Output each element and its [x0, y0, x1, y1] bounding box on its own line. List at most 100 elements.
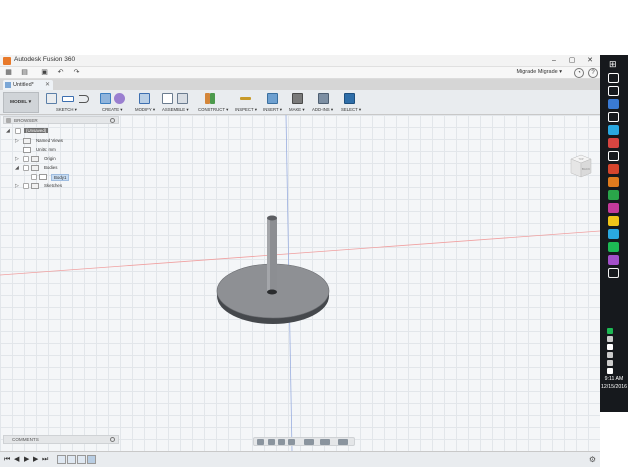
extrude-icon[interactable] [100, 93, 111, 104]
display-icon[interactable] [304, 439, 314, 445]
job-status-icon[interactable]: ◔ [574, 68, 584, 78]
taskbar-app-icon[interactable] [608, 255, 619, 265]
insert-group[interactable]: INSERT ▾ [262, 92, 284, 114]
zoom-icon[interactable] [278, 439, 285, 445]
taskbar-app-icon[interactable] [608, 177, 619, 187]
visibility-icon[interactable] [31, 174, 37, 180]
sketch-group[interactable]: SKETCH ▾ [44, 92, 96, 114]
sphere-icon[interactable] [114, 93, 125, 104]
select-menu[interactable]: SELECT ▾ [341, 107, 361, 113]
sketch-feature-icon[interactable] [57, 455, 66, 464]
document-tab[interactable]: Untitled* ✕ [3, 80, 53, 90]
extrude-feature-icon[interactable] [87, 455, 96, 464]
taskbar-app-icon[interactable] [608, 190, 619, 200]
visibility-icon[interactable] [23, 183, 29, 189]
tray-icon[interactable] [607, 352, 613, 358]
new-component-icon[interactable] [162, 93, 173, 104]
comments-panel[interactable]: COMMENTS [3, 435, 119, 444]
clock-time[interactable]: 9:11 AM [600, 376, 628, 382]
fit-icon[interactable] [288, 439, 295, 445]
line-icon[interactable] [79, 95, 89, 103]
sketch-menu[interactable]: SKETCH ▾ [56, 107, 77, 113]
select-cursor-icon[interactable] [344, 93, 355, 104]
create-menu[interactable]: CREATE ▾ [102, 107, 122, 113]
make-menu[interactable]: MAKE ▾ [289, 107, 305, 113]
assemble-group[interactable]: ASSEMBLE ▾ [160, 92, 194, 114]
browser-panel-header[interactable]: BROWSER [3, 116, 119, 124]
grid-settings-icon[interactable] [320, 439, 330, 445]
modify-group[interactable]: MODIFY ▾ [134, 92, 156, 114]
taskbar-app-icon[interactable] [608, 112, 619, 122]
make-group[interactable]: MAKE ▾ [288, 92, 308, 114]
sketch-icon[interactable] [46, 93, 57, 104]
orbit-icon[interactable] [257, 439, 264, 445]
collapse-browser-icon[interactable] [6, 118, 11, 123]
taskbar-app-icon[interactable] [608, 125, 619, 135]
play-button[interactable]: ▶ [24, 456, 29, 464]
tray-icon[interactable] [607, 328, 613, 334]
save-icon[interactable]: ▣ [40, 69, 49, 77]
windows-start-icon[interactable]: ⊞ [609, 59, 617, 70]
modify-menu[interactable]: MODIFY ▾ [135, 107, 155, 113]
rectangle-icon[interactable] [62, 96, 74, 102]
view-cube[interactable]: TOP BACK [568, 153, 594, 179]
assemble-menu[interactable]: ASSEMBLE ▾ [162, 107, 189, 113]
create-group[interactable]: CREATE ▾ [98, 92, 132, 114]
scripts-icon[interactable] [318, 93, 329, 104]
tray-icon[interactable] [607, 360, 613, 366]
help-icon[interactable]: ? [588, 68, 598, 78]
construct-group[interactable]: CONSTRUCT ▾ [198, 92, 230, 114]
close-tab-icon[interactable]: ✕ [45, 81, 50, 88]
press-pull-icon[interactable] [139, 93, 150, 104]
gear-icon[interactable]: ⚙ [589, 455, 596, 464]
viewports-icon[interactable] [338, 439, 348, 445]
tray-icon[interactable] [607, 368, 613, 374]
grid-icon[interactable]: ▦ [4, 69, 13, 77]
tray-icon[interactable] [607, 336, 613, 342]
step-forward-button[interactable]: ▶ [33, 456, 38, 464]
pin-icon[interactable] [110, 118, 115, 123]
minimize-button[interactable]: – [548, 56, 560, 66]
user-menu[interactable]: Migrade Migrade ▾ [516, 69, 562, 75]
visibility-icon[interactable] [15, 128, 21, 134]
inspect-group[interactable]: INSPECT ▾ [234, 92, 258, 114]
file-icon[interactable]: ▤ [20, 69, 29, 77]
pan-icon[interactable] [268, 439, 275, 445]
measure-icon[interactable] [240, 97, 251, 100]
canvas-viewport[interactable] [0, 115, 600, 451]
insert-image-icon[interactable] [267, 93, 278, 104]
taskbar-app-icon[interactable] [608, 242, 619, 252]
sketch-feature-icon[interactable] [67, 455, 76, 464]
construct-menu[interactable]: CONSTRUCT ▾ [198, 107, 228, 113]
add-comment-icon[interactable] [110, 437, 115, 442]
visibility-icon[interactable] [23, 156, 29, 162]
workspace-switcher[interactable]: MODEL ▾ [3, 92, 39, 113]
taskbar-app-icon[interactable] [608, 216, 619, 226]
taskbar-app-icon[interactable] [608, 229, 619, 239]
taskbar-app-icon[interactable] [608, 138, 619, 148]
maximize-button[interactable]: ▢ [566, 56, 578, 66]
go-to-start-button[interactable]: ⏮ [4, 456, 10, 464]
taskbar-app-icon[interactable] [608, 99, 619, 109]
clock-date[interactable]: 12/15/2016 [600, 384, 628, 390]
taskbar-app-icon[interactable] [608, 151, 619, 161]
undo-icon[interactable]: ↶ [56, 69, 65, 77]
extrude-feature-icon[interactable] [77, 455, 86, 464]
taskbar-app-icon[interactable] [608, 86, 619, 96]
addins-menu[interactable]: ADD-INS ▾ [312, 107, 333, 113]
select-group[interactable]: SELECT ▾ [340, 92, 362, 114]
redo-icon[interactable]: ↷ [72, 69, 81, 77]
taskbar-app-icon[interactable] [608, 164, 619, 174]
taskbar-app-icon[interactable] [608, 268, 619, 278]
go-to-end-button[interactable]: ⏭ [42, 456, 48, 464]
3d-print-icon[interactable] [292, 93, 303, 104]
tray-icon[interactable] [607, 344, 613, 350]
addins-group[interactable]: ADD-INS ▾ [312, 92, 336, 114]
insert-menu[interactable]: INSERT ▾ [263, 107, 282, 113]
close-button[interactable]: ✕ [584, 56, 596, 66]
step-back-button[interactable]: ◀ [14, 456, 19, 464]
taskbar-app-icon[interactable] [608, 73, 619, 83]
visibility-icon[interactable] [23, 165, 29, 171]
taskbar-app-icon[interactable] [608, 203, 619, 213]
joint-icon[interactable] [177, 93, 188, 104]
